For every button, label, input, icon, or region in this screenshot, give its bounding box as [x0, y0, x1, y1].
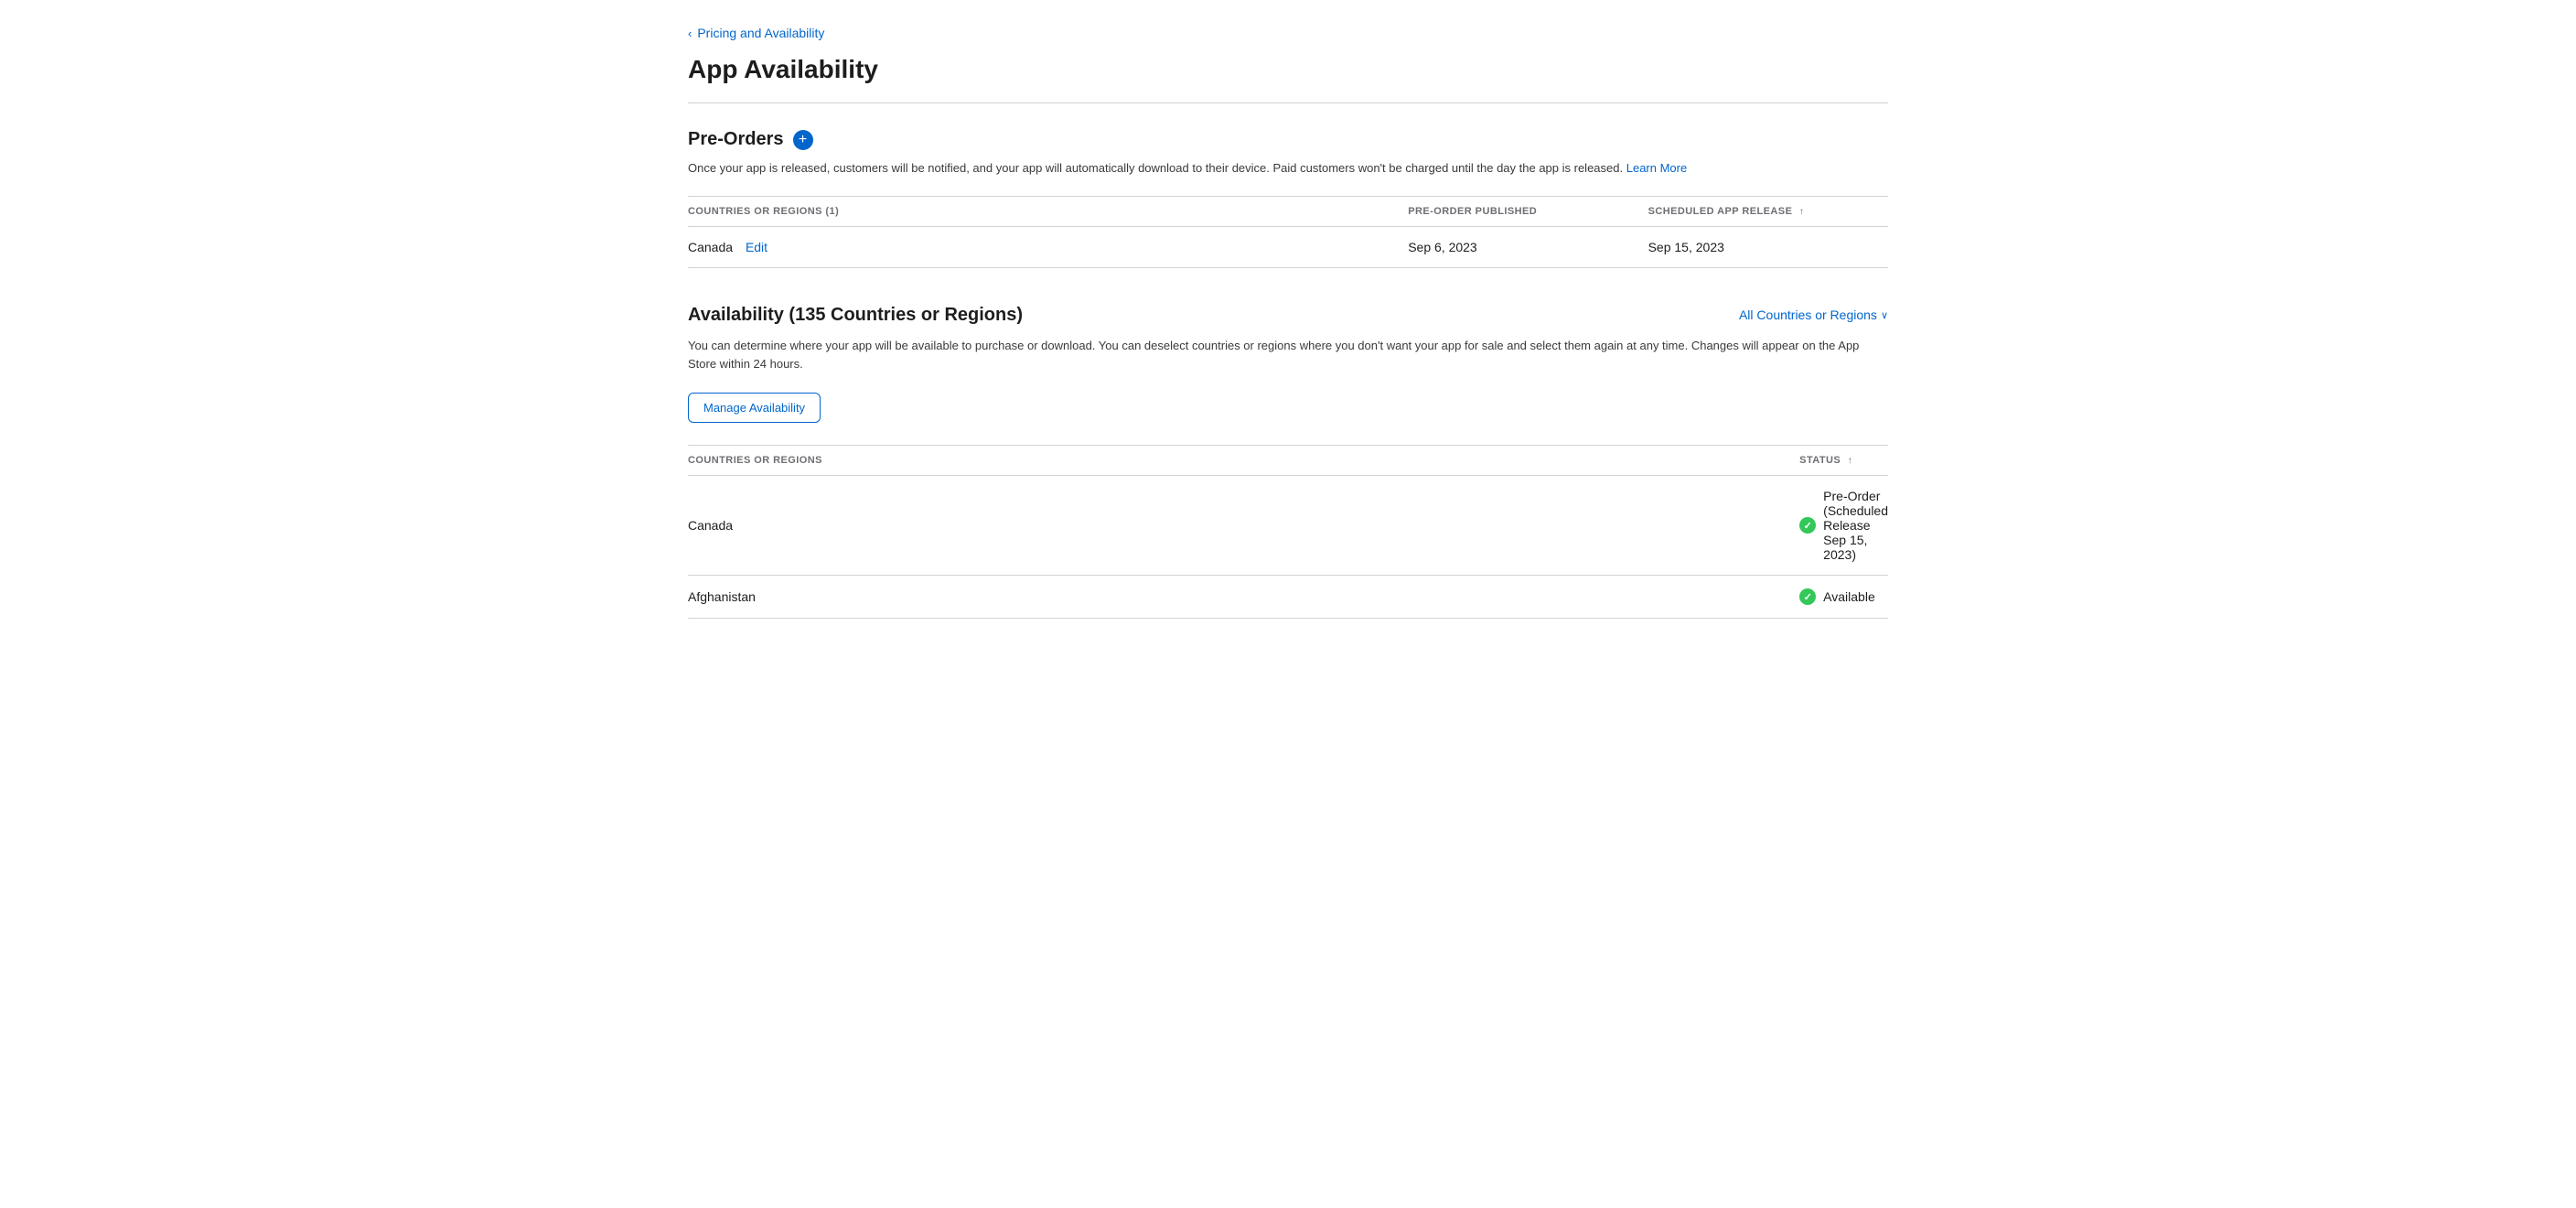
learn-more-link[interactable]: Learn More — [1626, 161, 1687, 175]
col-header-preorder: PRE-ORDER PUBLISHED — [1408, 196, 1648, 226]
breadcrumb-link[interactable]: Pricing and Availability — [697, 26, 824, 40]
status-check-icon — [1799, 517, 1816, 534]
all-countries-link[interactable]: All Countries or Regions ∨ — [1739, 307, 1888, 322]
country-name: Canada — [688, 240, 733, 254]
availability-description: You can determine where your app will be… — [688, 337, 1877, 375]
edit-link[interactable]: Edit — [746, 240, 767, 254]
availability-header-row: Availability (135 Countries or Regions) … — [688, 305, 1888, 326]
preorder-published-cell: Sep 6, 2023 — [1408, 226, 1648, 267]
status-cell-afghanistan: Available — [1799, 588, 1888, 605]
status-sort-icon: ↑ — [1848, 456, 1852, 466]
preorders-section-header: Pre-Orders + — [688, 129, 1888, 150]
back-chevron-icon: ‹ — [688, 27, 692, 40]
preorders-country-cell: Canada Edit — [688, 226, 1408, 267]
status-text-canada: Pre-Order (Scheduled Release Sep 15, 202… — [1823, 489, 1888, 562]
preorders-title: Pre-Orders — [688, 129, 784, 150]
avail-country-afghanistan: Afghanistan — [688, 576, 1799, 619]
chevron-down-icon: ∨ — [1881, 309, 1888, 321]
availability-title: Availability (135 Countries or Regions) — [688, 305, 1023, 326]
col-header-scheduled[interactable]: SCHEDULED APP RELEASE ↑ — [1648, 196, 1888, 226]
page-title: App Availability — [688, 55, 1888, 84]
preorders-table: COUNTRIES OR REGIONS (1) PRE-ORDER PUBLI… — [688, 196, 1888, 268]
availability-row-canada: Canada Pre-Order (Scheduled Release Sep … — [688, 476, 1888, 576]
preorders-table-row: Canada Edit Sep 6, 2023 Sep 15, 2023 — [688, 226, 1888, 267]
add-preorder-button[interactable]: + — [793, 130, 813, 150]
title-divider — [688, 102, 1888, 103]
preorders-section: Pre-Orders + Once your app is released, … — [688, 129, 1888, 268]
breadcrumb: ‹ Pricing and Availability — [688, 26, 1888, 40]
avail-status-afghanistan: Available — [1799, 576, 1888, 619]
preorders-table-header-row: COUNTRIES OR REGIONS (1) PRE-ORDER PUBLI… — [688, 196, 1888, 226]
page-container: ‹ Pricing and Availability App Availabil… — [644, 0, 1932, 710]
avail-country-canada: Canada — [688, 476, 1799, 576]
avail-status-canada: Pre-Order (Scheduled Release Sep 15, 202… — [1799, 476, 1888, 576]
sort-icon: ↑ — [1799, 207, 1804, 217]
avail-col-header-status[interactable]: STATUS ↑ — [1799, 446, 1888, 476]
status-cell-canada: Pre-Order (Scheduled Release Sep 15, 202… — [1799, 489, 1888, 562]
status-check-icon-2 — [1799, 588, 1816, 605]
manage-availability-button[interactable]: Manage Availability — [688, 393, 821, 423]
availability-table-header-row: COUNTRIES OR REGIONS STATUS ↑ — [688, 446, 1888, 476]
avail-col-header-countries: COUNTRIES OR REGIONS — [688, 446, 1799, 476]
availability-table: COUNTRIES OR REGIONS STATUS ↑ Canada Pre… — [688, 445, 1888, 619]
status-text-afghanistan: Available — [1823, 589, 1875, 604]
availability-section: Availability (135 Countries or Regions) … — [688, 305, 1888, 620]
scheduled-release-cell: Sep 15, 2023 — [1648, 226, 1888, 267]
preorders-description: Once your app is released, customers wil… — [688, 159, 1888, 178]
col-header-countries: COUNTRIES OR REGIONS (1) — [688, 196, 1408, 226]
availability-row-afghanistan: Afghanistan Available — [688, 576, 1888, 619]
